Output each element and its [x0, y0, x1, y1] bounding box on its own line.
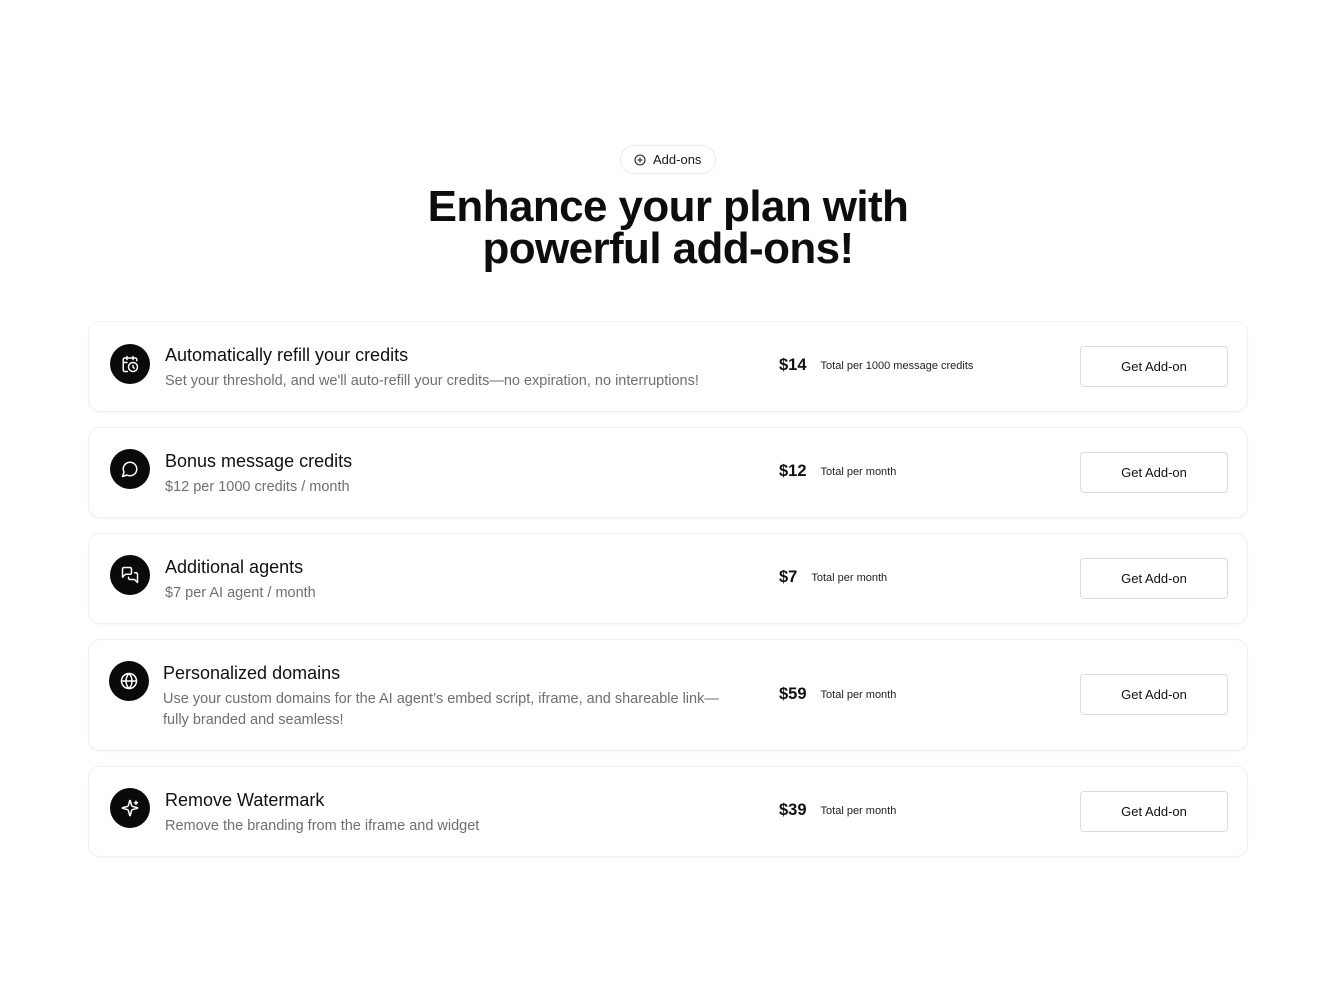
addon-card-bonus-credits: Bonus message credits $12 per 1000 credi…: [88, 427, 1248, 518]
sparkles-icon: [121, 799, 139, 817]
addons-badge: Add-ons: [620, 145, 717, 174]
addon-price-note: Total per month: [811, 571, 888, 584]
addon-description: Set your threshold, and we'll auto-refil…: [165, 373, 699, 389]
addon-title: Additional agents: [165, 557, 304, 577]
addon-title: Bonus message credits: [165, 451, 353, 471]
addon-price-group: $39 Total per month: [779, 801, 896, 820]
addon-price: $39: [779, 801, 807, 819]
get-addon-button[interactable]: Get Add-on: [1080, 452, 1228, 493]
addon-price: $59: [779, 685, 807, 703]
addon-price-group: $14 Total per 1000 message credits: [779, 356, 973, 375]
chat-bubbles-icon: [121, 566, 139, 584]
addon-price-note: Total per 1000 message credits: [820, 359, 974, 372]
get-addon-button[interactable]: Get Add-on: [1080, 346, 1228, 387]
addon-title: Automatically refill your credits: [165, 345, 409, 365]
addon-card-remove-watermark: Remove Watermark Remove the branding fro…: [88, 766, 1248, 857]
get-addon-button[interactable]: Get Add-on: [1080, 674, 1228, 715]
page-title-line-2: powerful add-ons!: [482, 224, 854, 273]
addons-badge-label: Add-ons: [653, 152, 702, 167]
plus-circle-icon: [634, 153, 646, 166]
addon-icon-wrapper: [110, 449, 150, 489]
page-title-line-1: Enhance your plan with: [427, 182, 909, 231]
addon-icon-wrapper: [109, 661, 149, 701]
addon-icon-wrapper: [110, 555, 150, 595]
addon-price-note: Total per month: [820, 688, 897, 701]
addon-price-group: $59 Total per month: [779, 685, 896, 704]
addon-title: Personalized domains: [163, 663, 341, 683]
addon-description: $12 per 1000 credits / month: [165, 479, 350, 495]
get-addon-button[interactable]: Get Add-on: [1080, 558, 1228, 599]
message-circle-icon: [121, 461, 138, 478]
addon-icon-wrapper: [110, 788, 150, 828]
addon-price-note: Total per month: [820, 465, 897, 478]
addon-description: Remove the branding from the iframe and …: [165, 818, 480, 834]
page-title: Enhance your plan with powerful add-ons!: [0, 182, 1336, 273]
addon-price-note: Total per month: [820, 804, 897, 817]
addon-card-personalized-domains: Personalized domains Use your custom dom…: [88, 639, 1248, 751]
get-addon-button[interactable]: Get Add-on: [1080, 791, 1228, 832]
globe-icon: [120, 672, 138, 690]
addon-title: Remove Watermark: [165, 790, 325, 810]
addon-price: $7: [779, 568, 798, 586]
addon-icon-wrapper: [110, 344, 150, 384]
addon-price-group: $12 Total per month: [779, 462, 896, 481]
addon-description: Use your custom domains for the AI agent…: [163, 691, 719, 728]
addon-card-additional-agents: Additional agents $7 per AI agent / mont…: [88, 533, 1248, 624]
addons-page: Add-ons Enhance your plan with powerful …: [0, 0, 1336, 1002]
addon-price: $12: [779, 462, 807, 480]
addon-price: $14: [779, 356, 807, 374]
addon-price-group: $7 Total per month: [779, 568, 887, 587]
calendar-refresh-icon: [122, 355, 139, 373]
addon-description: $7 per AI agent / month: [165, 585, 316, 601]
addon-card-auto-refill: Automatically refill your credits Set yo…: [88, 321, 1248, 412]
